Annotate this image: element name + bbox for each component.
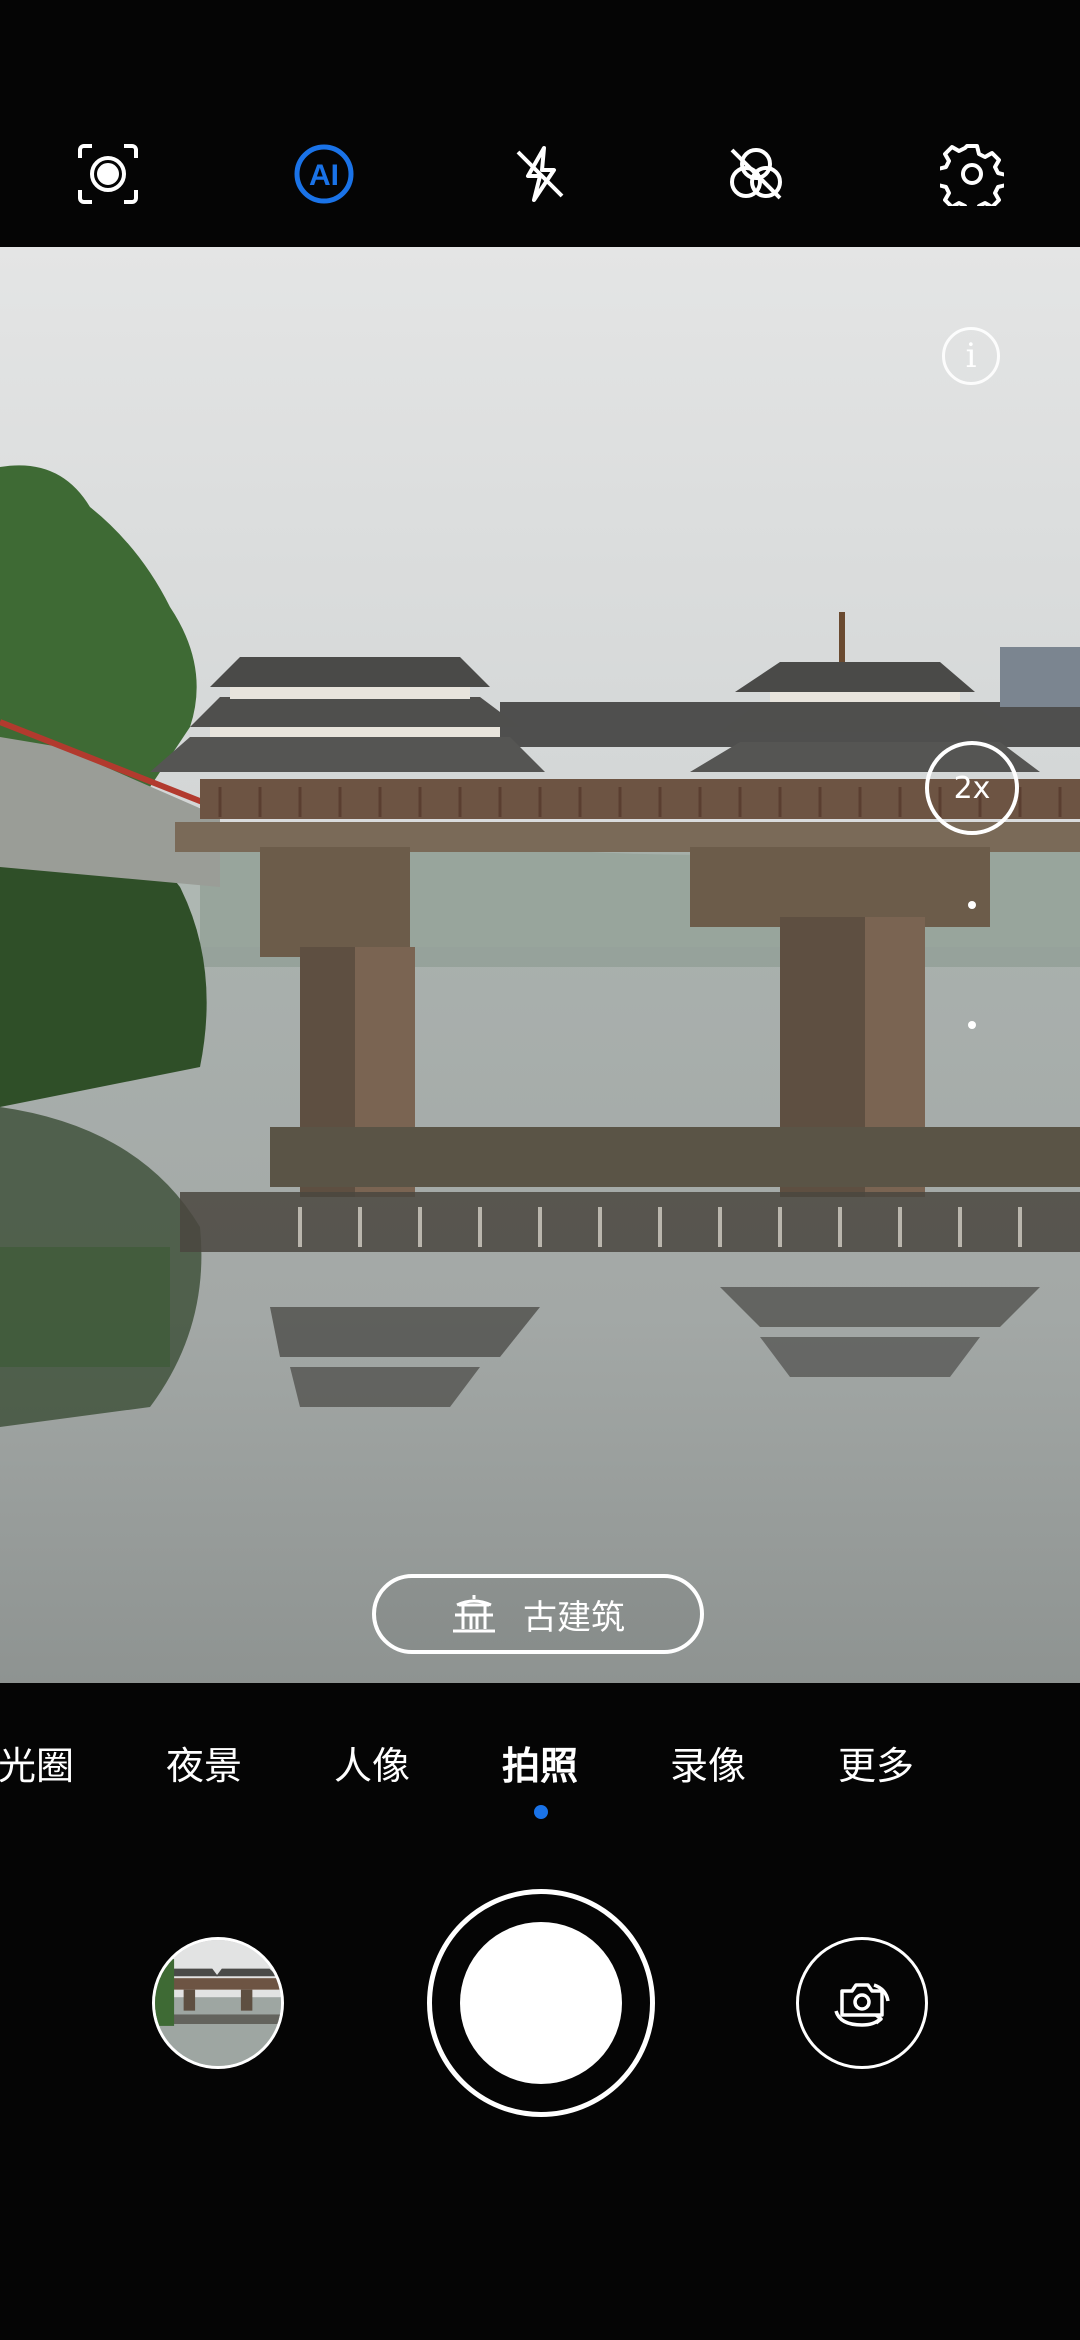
switch-camera-button[interactable]	[796, 1937, 928, 2069]
settings-gear-icon[interactable]	[940, 142, 1004, 206]
mirror-selfie-icon[interactable]	[76, 142, 140, 206]
zoom-scale-dot	[968, 1021, 976, 1029]
mode-night[interactable]: 夜景	[166, 1735, 242, 1790]
flash-off-icon[interactable]	[508, 142, 572, 206]
ai-label: AI	[309, 159, 339, 192]
zoom-level-button[interactable]: 2x	[925, 741, 1019, 835]
ancient-building-icon	[453, 1595, 495, 1633]
mode-video[interactable]: 录像	[670, 1735, 746, 1790]
mode-aperture[interactable]: 光圈	[0, 1735, 74, 1790]
info-icon[interactable]: i	[942, 327, 1000, 385]
switch-camera-icon	[834, 1983, 890, 2027]
mode-photo[interactable]: 拍照	[502, 1735, 578, 1790]
shutter-inner	[460, 1922, 622, 2084]
scene-preview-image	[0, 247, 1080, 1683]
filter-off-icon[interactable]	[724, 142, 788, 206]
camera-viewfinder[interactable]: i 2x 古建筑	[0, 247, 1080, 1683]
mode-portrait[interactable]: 人像	[334, 1735, 410, 1790]
shutter-button[interactable]	[427, 1889, 655, 2117]
zoom-scale-dot	[968, 901, 976, 909]
ai-icon[interactable]: AI	[292, 142, 356, 206]
mode-selector[interactable]: 光圈 夜景 人像 拍照 录像 更多	[0, 1735, 1080, 1795]
top-toolbar: AI	[0, 0, 1080, 247]
active-mode-indicator	[534, 1805, 548, 1819]
gallery-thumbnail[interactable]	[152, 1937, 284, 2069]
info-label: i	[965, 336, 977, 376]
zoom-level-label: 2x	[953, 770, 991, 806]
scene-recognition-tag[interactable]: 古建筑	[372, 1574, 704, 1654]
mode-more[interactable]: 更多	[838, 1735, 914, 1790]
scene-tag-label: 古建筑	[523, 1597, 625, 1638]
